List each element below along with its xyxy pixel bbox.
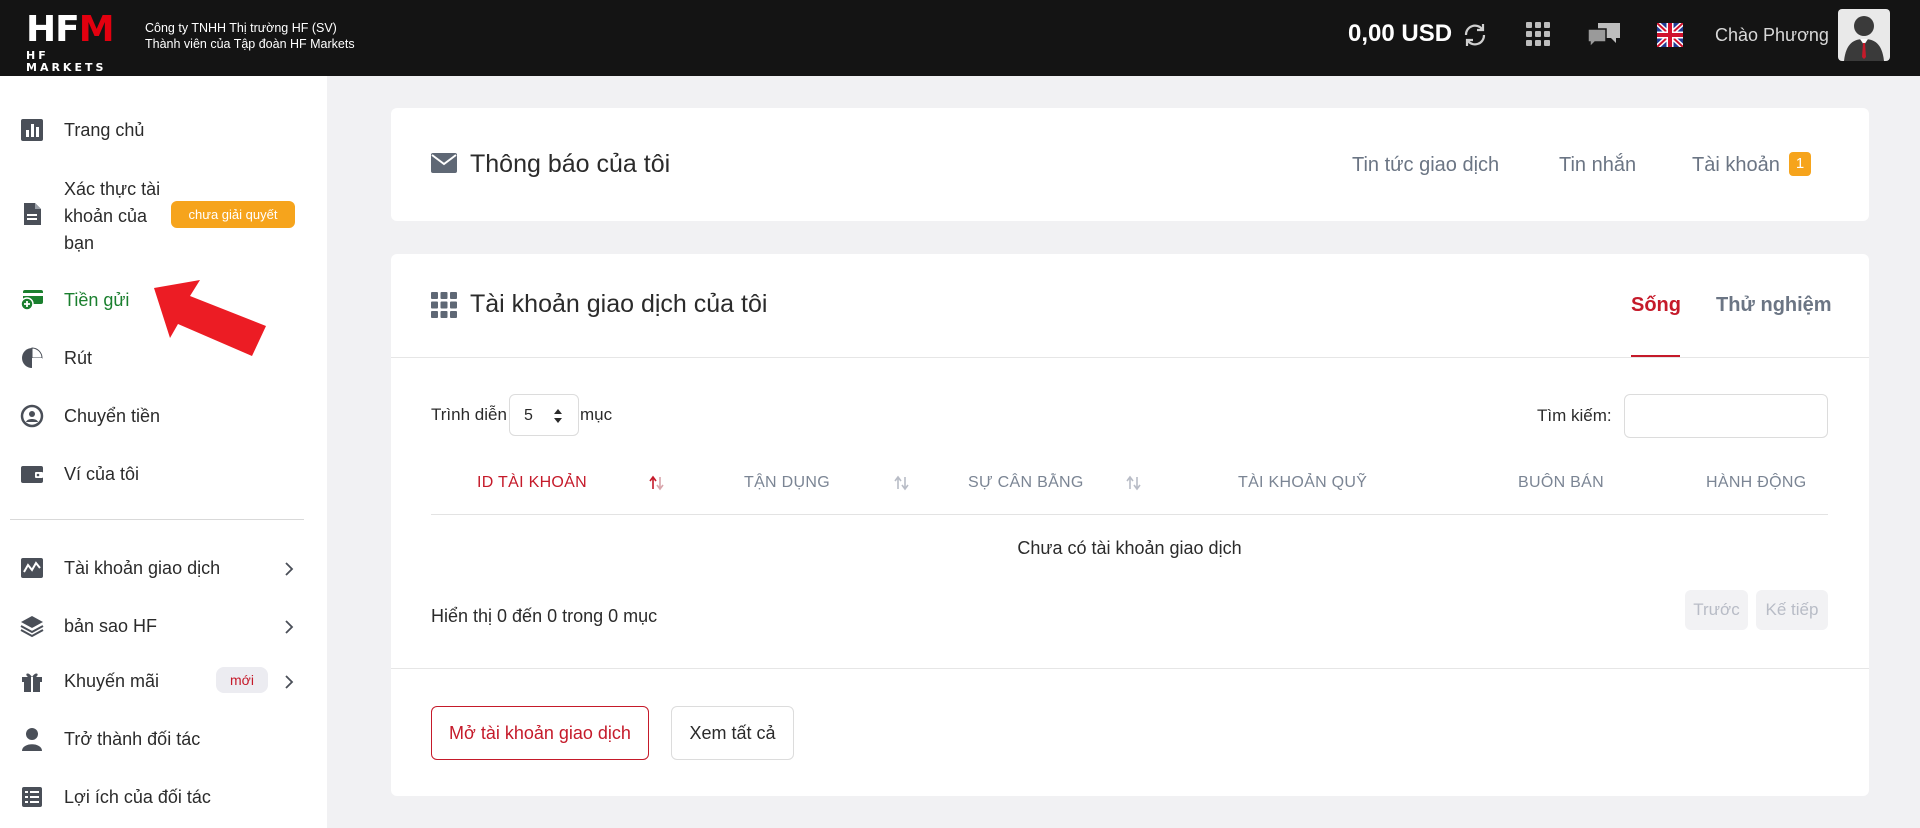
sidebar-item-transfer[interactable]: Chuyển tiền <box>0 399 327 435</box>
account-notification-count-badge: 1 <box>1789 152 1811 176</box>
logo-text: HFM <box>26 9 115 50</box>
tab-account-notifications[interactable]: Tài khoản <box>1692 152 1780 178</box>
table-info: Hiển thị 0 đến 0 trong 0 mục <box>431 606 658 626</box>
list-icon <box>22 787 42 807</box>
sidebar-divider <box>10 519 304 520</box>
sidebar-item-wallet[interactable]: Ví của tôi <box>0 457 327 493</box>
user-icon <box>22 728 42 751</box>
logo-m-letter: M <box>78 9 115 50</box>
column-header-balance[interactable]: SỰ CÂN BẰNG <box>968 473 1084 493</box>
empty-table-message: Chưa có tài khoản giao dịch <box>1017 538 1242 558</box>
sidebar-item-label: Tài khoản giao dịch <box>64 558 221 578</box>
refresh-icon[interactable] <box>1461 21 1489 49</box>
balance-display: 0,00 USD <box>1348 20 1453 47</box>
apps-grid-icon[interactable] <box>1526 22 1550 46</box>
sidebar-item-hf-copy[interactable]: bản sao HF <box>0 609 327 645</box>
tab-live[interactable]: Sống <box>1631 292 1681 318</box>
search-input[interactable] <box>1624 394 1828 438</box>
view-all-button[interactable]: Xem tất cả <box>671 706 794 760</box>
user-avatar-icon <box>1844 16 1884 61</box>
chevron-right-icon <box>285 562 294 576</box>
chart-bar-icon <box>21 119 43 141</box>
transfer-icon <box>20 404 44 428</box>
sidebar-item-label: Chuyển tiền <box>64 406 161 426</box>
uk-flag-icon[interactable] <box>1657 23 1683 47</box>
sort-asc-icon[interactable] <box>648 474 666 492</box>
sidebar-item-become-partner[interactable]: Trở thành đối tác <box>0 722 327 758</box>
pending-badge: chưa giải quyết <box>171 201 295 228</box>
open-trading-account-button[interactable]: Mở tài khoản giao dịch <box>431 706 649 760</box>
logo-subtext: HF MARKETS <box>26 49 107 74</box>
company-info: Công ty TNHH Thị trường HF (SV) Thành vi… <box>145 20 355 52</box>
mail-icon <box>431 153 457 173</box>
show-entries-label: Trình diễn <box>431 405 507 424</box>
sidebar-item-label-line2: khoản của <box>64 206 148 226</box>
user-greeting[interactable]: Chào Phương <box>1715 24 1829 46</box>
column-header-trading: BUÔN BÁN <box>1518 474 1604 491</box>
sidebar-item-label: Khuyến mãi <box>64 671 160 691</box>
new-badge: mới <box>216 667 268 693</box>
sidebar-item-label: Ví của tôi <box>64 464 140 484</box>
sidebar-item-label: bản sao HF <box>64 616 158 636</box>
sidebar-item-label: Rút <box>64 348 93 368</box>
next-page-button[interactable]: Kế tiếp <box>1756 590 1828 630</box>
top-bar: HFM HF MARKETS Công ty TNHH Thị trường H… <box>0 0 1920 76</box>
tab-messages[interactable]: Tin nhắn <box>1559 152 1636 178</box>
chevron-right-icon <box>285 620 294 634</box>
column-header-fund-account: TÀI KHOẢN QUỸ <box>1238 474 1368 491</box>
red-arrow-annotation <box>154 280 266 356</box>
column-header-leverage[interactable]: TẬN DỤNG <box>744 473 830 493</box>
sidebar-item-trading-accounts[interactable]: Tài khoản giao dịch <box>0 551 327 587</box>
sidebar-item-label-line1: Xác thực tài <box>64 179 161 199</box>
sidebar-item-home[interactable]: Trang chủ <box>0 112 327 148</box>
sidebar-item-label: Lợi ích của đối tác <box>64 787 211 807</box>
column-header-actions: HÀNH ĐỘNG <box>1706 474 1807 491</box>
document-icon <box>24 203 41 225</box>
card-footer-divider <box>391 668 1869 669</box>
notifications-title: Thông báo của tôi <box>470 150 671 178</box>
sort-icon[interactable] <box>893 474 911 492</box>
sidebar-item-label: Trở thành đối tác <box>64 729 201 749</box>
sidebar-item-label: Tiền gửi <box>64 290 130 310</box>
sort-icon[interactable] <box>1125 474 1143 492</box>
page-size-select[interactable]: 5 <box>509 394 579 436</box>
trading-accounts-title: Tài khoản giao dịch của tôi <box>470 290 768 318</box>
select-arrows-icon <box>554 409 562 423</box>
hfm-logo[interactable]: HFM HF MARKETS <box>26 9 134 74</box>
sidebar-item-label-line3: bạn <box>64 233 95 253</box>
chat-icon[interactable] <box>1586 21 1622 49</box>
gift-icon <box>22 673 42 692</box>
sidebar-item-partner-benefits[interactable]: Lợi ích của đối tác <box>0 780 327 816</box>
column-header-account-id[interactable]: ID TÀI KHOẢN <box>477 473 587 493</box>
wallet-icon <box>21 466 43 483</box>
company-line2: Thành viên của Tập đoàn HF Markets <box>145 37 355 51</box>
chevron-right-icon <box>285 675 294 689</box>
sidebar-item-label: Trang chủ <box>64 120 145 140</box>
deposit-icon <box>20 290 43 311</box>
avatar[interactable] <box>1838 9 1890 61</box>
layers-icon <box>20 616 44 638</box>
grid-icon <box>431 292 457 318</box>
trading-chart-icon <box>21 558 43 578</box>
page-size-value: 5 <box>524 407 533 424</box>
card-header-divider <box>391 357 1869 358</box>
entries-label: mục <box>580 405 613 424</box>
tab-demo[interactable]: Thử nghiệm <box>1716 292 1832 318</box>
withdraw-icon <box>22 347 43 368</box>
tab-trading-news[interactable]: Tin tức giao dịch <box>1352 152 1499 178</box>
previous-page-button[interactable]: Trước <box>1685 590 1748 630</box>
table-header-divider <box>431 514 1828 515</box>
sidebar-item-promotions[interactable]: Khuyến mãi <box>0 664 327 700</box>
search-label: Tìm kiếm: <box>1537 406 1612 425</box>
company-line1: Công ty TNHH Thị trường HF (SV) <box>145 21 337 35</box>
